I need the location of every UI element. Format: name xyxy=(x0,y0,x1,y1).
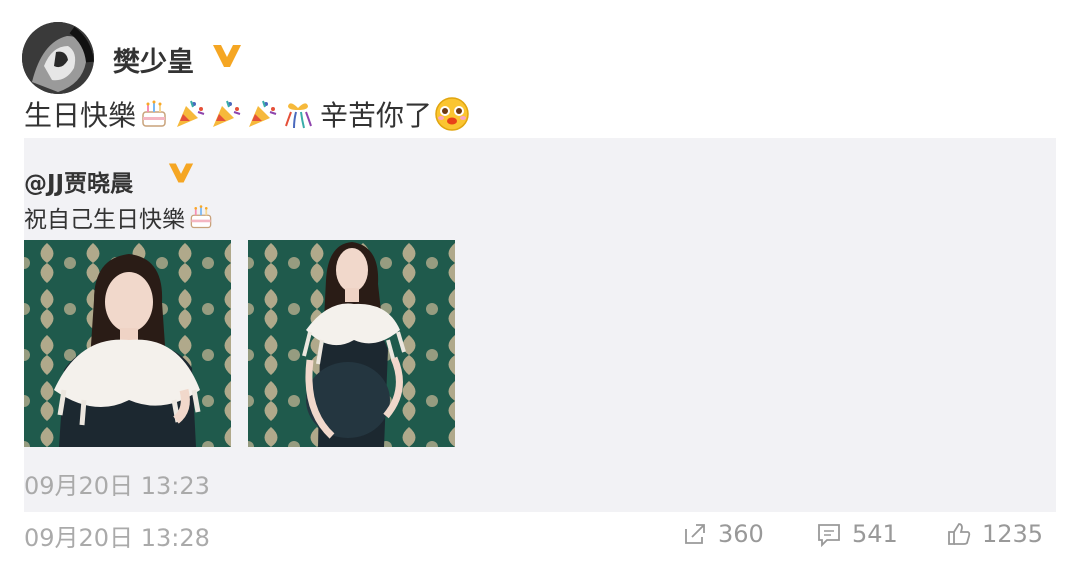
repost-photo-1[interactable] xyxy=(24,240,231,447)
comment-button[interactable]: 541 xyxy=(816,520,898,548)
post-username[interactable]: 樊少皇 xyxy=(113,40,194,79)
party-popper-emoji-icon xyxy=(210,98,242,130)
post-text-after: 辛苦你了 xyxy=(320,99,433,132)
thumbs-up-icon xyxy=(946,521,972,547)
post-text-before: 生日快樂 xyxy=(24,99,137,132)
cake-emoji-icon xyxy=(187,203,215,231)
post-timestamp: 09月20日 13:28 xyxy=(24,524,210,552)
user-avatar[interactable] xyxy=(22,22,94,94)
verified-badge-icon xyxy=(168,162,194,184)
share-icon xyxy=(682,521,708,547)
repost-text: 祝自己生日快樂 xyxy=(24,200,217,234)
party-popper-emoji-icon xyxy=(174,98,206,130)
like-count: 1235 xyxy=(982,520,1044,548)
share-button[interactable]: 360 xyxy=(682,520,764,548)
like-button[interactable]: 1235 xyxy=(946,520,1043,548)
comment-icon xyxy=(816,521,842,547)
blush-face-emoji-icon xyxy=(434,96,470,132)
repost-username[interactable]: @JJ贾晓晨 xyxy=(24,164,133,198)
post-text: 生日快樂 辛苦你了 xyxy=(24,96,472,132)
gift-emoji-icon xyxy=(282,98,314,130)
repost-photo-2[interactable] xyxy=(248,240,455,447)
party-popper-emoji-icon xyxy=(246,98,278,130)
share-count: 360 xyxy=(718,520,764,548)
repost-timestamp: 09月20日 13:23 xyxy=(24,472,210,500)
comment-count: 541 xyxy=(852,520,898,548)
verified-badge-icon xyxy=(212,44,242,68)
cake-emoji-icon xyxy=(138,98,170,130)
repost-card[interactable]: @JJ贾晓晨 祝自己生日快樂 09月20日 13:23 xyxy=(24,138,1056,512)
repost-text-content: 祝自己生日快樂 xyxy=(24,207,185,233)
